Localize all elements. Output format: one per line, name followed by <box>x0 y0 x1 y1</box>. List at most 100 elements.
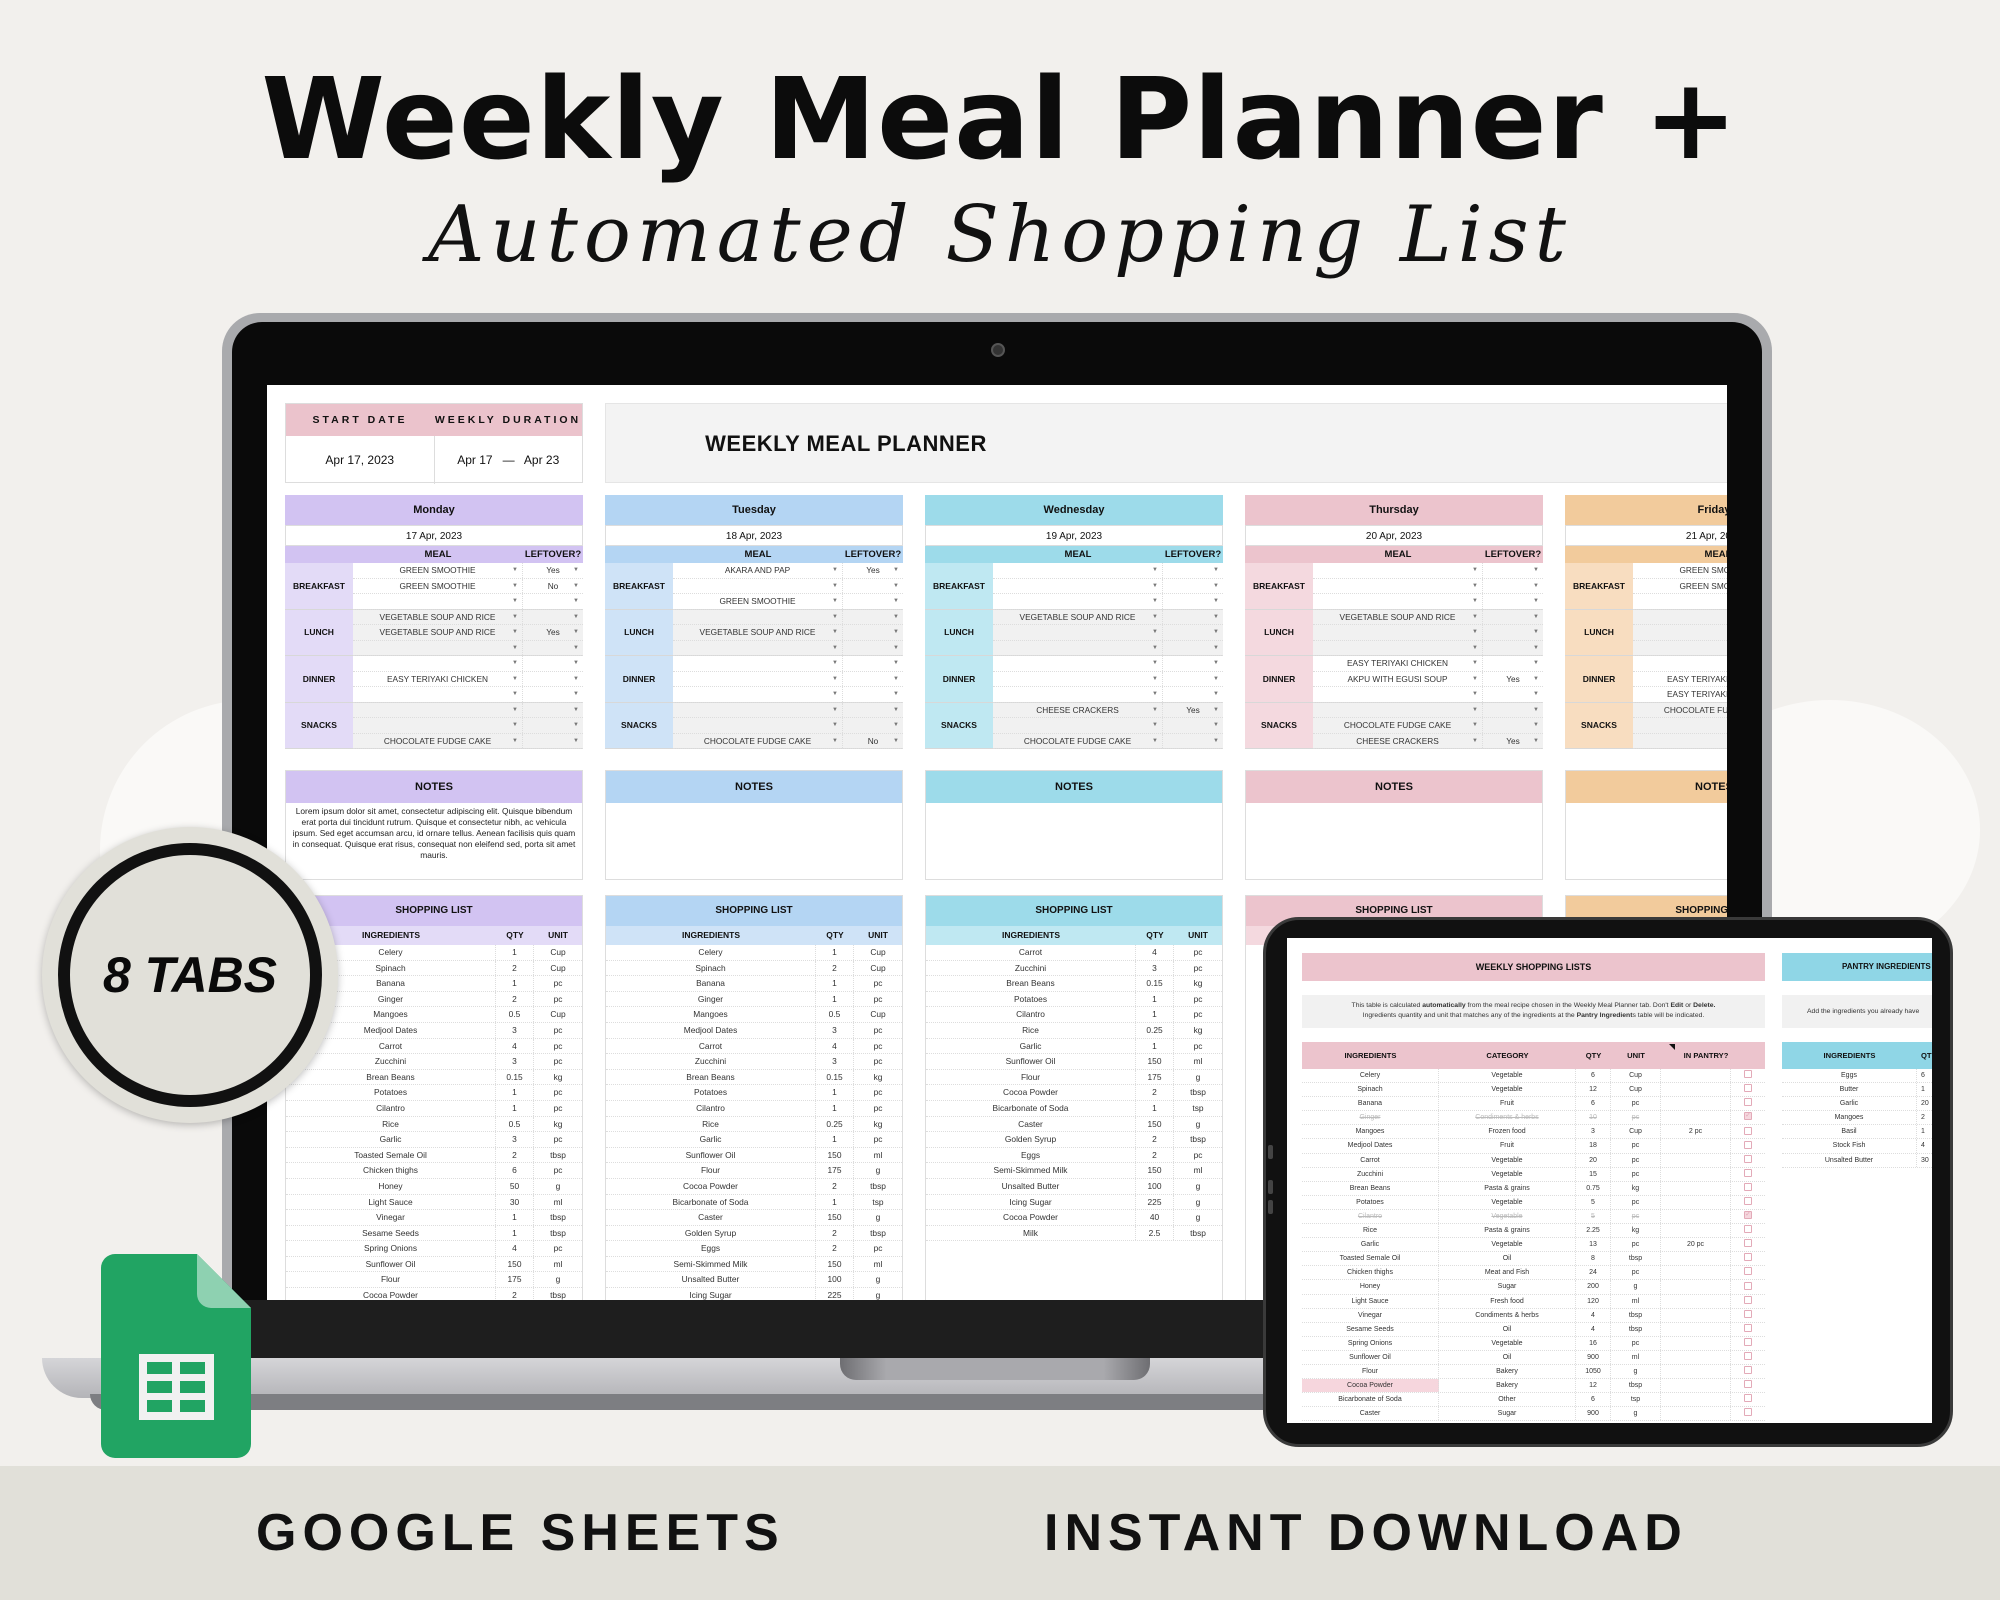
meal-select[interactable]: ▼ <box>1633 734 1727 749</box>
in-pantry-checkbox[interactable] <box>1744 1337 1752 1346</box>
in-pantry-checkbox[interactable] <box>1744 1225 1752 1234</box>
leftover-select[interactable]: ▼ <box>1163 718 1223 733</box>
dropdown-arrow-icon[interactable]: ▼ <box>893 641 899 657</box>
meal-select[interactable]: ▼ <box>993 578 1163 593</box>
dropdown-arrow-icon[interactable]: ▼ <box>1152 610 1158 626</box>
dropdown-arrow-icon[interactable]: ▼ <box>573 610 579 626</box>
in-pantry-checkbox[interactable] <box>1744 1098 1752 1107</box>
leftover-select[interactable]: Yes ▼ <box>843 563 903 578</box>
leftover-select[interactable]: ▼ <box>843 579 903 594</box>
leftover-select[interactable]: ▼ <box>1163 687 1223 702</box>
leftover-select[interactable]: ▼ <box>1483 703 1543 718</box>
meal-select[interactable]: ▼ <box>1633 610 1727 625</box>
meal-select[interactable]: ▼ <box>993 671 1163 688</box>
in-pantry-checkbox[interactable] <box>1744 1295 1752 1304</box>
dropdown-arrow-icon[interactable]: ▼ <box>512 641 518 657</box>
leftover-select[interactable]: ▼ <box>1163 579 1223 594</box>
leftover-select[interactable]: ▼ <box>1483 656 1543 671</box>
dropdown-arrow-icon[interactable]: ▼ <box>512 718 518 734</box>
dropdown-arrow-icon[interactable]: ▼ <box>893 563 899 579</box>
dropdown-arrow-icon[interactable]: ▼ <box>1472 579 1478 595</box>
dropdown-arrow-icon[interactable]: ▼ <box>1213 563 1219 579</box>
dropdown-arrow-icon[interactable]: ▼ <box>1152 672 1158 688</box>
dropdown-arrow-icon[interactable]: ▼ <box>1213 718 1219 734</box>
meal-select[interactable]: EASY TERIYAKI CHICKEN▼ <box>1633 672 1727 687</box>
meal-select[interactable]: ▼ <box>1313 578 1483 595</box>
leftover-select[interactable]: ▼ <box>1163 625 1223 640</box>
meal-select[interactable]: ▼ <box>1313 563 1483 578</box>
leftover-select[interactable]: ▼ <box>523 656 583 671</box>
dropdown-arrow-icon[interactable]: ▼ <box>832 672 838 688</box>
leftover-select[interactable]: ▼ <box>523 687 583 702</box>
meal-select[interactable]: CHOCOLATE FUDGE CAKE▼ <box>673 733 843 750</box>
meal-select[interactable]: GREEN SMOOTHIE ▼ <box>353 563 523 578</box>
leftover-select[interactable]: ▼ <box>843 703 903 718</box>
dropdown-arrow-icon[interactable]: ▼ <box>1152 687 1158 703</box>
in-pantry-checkbox[interactable] <box>1744 1309 1752 1318</box>
dropdown-arrow-icon[interactable]: ▼ <box>512 563 518 579</box>
dropdown-arrow-icon[interactable]: ▼ <box>512 610 518 626</box>
leftover-select[interactable]: ▼ <box>523 718 583 733</box>
dropdown-arrow-icon[interactable]: ▼ <box>832 579 838 595</box>
dropdown-arrow-icon[interactable]: ▼ <box>832 734 838 750</box>
dropdown-arrow-icon[interactable]: ▼ <box>573 703 579 719</box>
leftover-select[interactable]: Yes ▼ <box>523 563 583 578</box>
leftover-select[interactable]: ▼ <box>843 610 903 625</box>
dropdown-arrow-icon[interactable]: ▼ <box>573 718 579 734</box>
in-pantry-checkbox[interactable] <box>1744 1084 1752 1093</box>
dropdown-arrow-icon[interactable]: ▼ <box>573 641 579 657</box>
meal-select[interactable]: ▼ <box>673 578 843 595</box>
leftover-select[interactable]: ▼ <box>1163 641 1223 656</box>
meal-select[interactable]: ▼ <box>353 640 523 657</box>
leftover-select[interactable]: ▼ <box>1483 594 1543 609</box>
dropdown-arrow-icon[interactable]: ▼ <box>512 703 518 719</box>
leftover-select[interactable]: ▼ <box>523 672 583 687</box>
dropdown-arrow-icon[interactable]: ▼ <box>832 594 838 610</box>
dropdown-arrow-icon[interactable]: ▼ <box>1533 687 1539 703</box>
dropdown-arrow-icon[interactable]: ▼ <box>1533 579 1539 595</box>
in-pantry-checkbox[interactable] <box>1744 1140 1752 1149</box>
dropdown-arrow-icon[interactable]: ▼ <box>573 734 579 750</box>
dropdown-arrow-icon[interactable]: ▼ <box>1213 641 1219 657</box>
leftover-select[interactable]: ▼ <box>523 734 583 749</box>
leftover-select[interactable]: No ▼ <box>843 734 903 749</box>
dropdown-arrow-icon[interactable]: ▼ <box>1533 672 1539 688</box>
dropdown-arrow-icon[interactable]: ▼ <box>1472 734 1478 750</box>
meal-select[interactable]: CHOCOLATE FUDGE CAKE▼ <box>1633 703 1727 718</box>
meal-select[interactable]: ▼ <box>993 687 1163 702</box>
dropdown-arrow-icon[interactable]: ▼ <box>1152 625 1158 641</box>
in-pantry-checkbox[interactable] <box>1744 1281 1752 1290</box>
in-pantry-checkbox[interactable] <box>1744 1380 1752 1389</box>
dropdown-arrow-icon[interactable]: ▼ <box>512 672 518 688</box>
meal-select[interactable]: ▼ <box>1633 641 1727 656</box>
dropdown-arrow-icon[interactable]: ▼ <box>1213 656 1219 672</box>
dropdown-arrow-icon[interactable]: ▼ <box>893 703 899 719</box>
meal-select[interactable]: CHEESE CRACKERS ▼ <box>993 702 1163 717</box>
dropdown-arrow-icon[interactable]: ▼ <box>832 610 838 626</box>
dropdown-arrow-icon[interactable]: ▼ <box>1152 563 1158 579</box>
meal-select[interactable]: VEGETABLE SOUP AND RICE ▼ <box>353 625 523 640</box>
in-pantry-checkbox[interactable] <box>1744 1323 1752 1332</box>
in-pantry-checkbox[interactable] <box>1744 1168 1752 1177</box>
dropdown-arrow-icon[interactable]: ▼ <box>512 687 518 703</box>
dropdown-arrow-icon[interactable]: ▼ <box>1213 579 1219 595</box>
dropdown-arrow-icon[interactable]: ▼ <box>1533 656 1539 672</box>
in-pantry-checkbox[interactable] <box>1744 1408 1752 1417</box>
meal-select[interactable]: ▼ <box>353 656 523 671</box>
dropdown-arrow-icon[interactable]: ▼ <box>1152 594 1158 610</box>
meal-select[interactable]: ▼ <box>1633 625 1727 640</box>
in-pantry-checkbox[interactable] <box>1744 1394 1752 1403</box>
start-date-input[interactable]: Apr 17, 2023 <box>286 436 435 484</box>
dropdown-arrow-icon[interactable]: ▼ <box>1472 594 1478 610</box>
dropdown-arrow-icon[interactable]: ▼ <box>832 656 838 672</box>
dropdown-arrow-icon[interactable]: ▼ <box>512 656 518 672</box>
notes-text[interactable] <box>926 803 1222 809</box>
dropdown-arrow-icon[interactable]: ▼ <box>512 734 518 750</box>
meal-select[interactable]: ▼ <box>1633 656 1727 671</box>
leftover-select[interactable]: ▼ <box>1163 563 1223 578</box>
meal-select[interactable]: ▼ <box>1633 594 1727 609</box>
dropdown-arrow-icon[interactable]: ▼ <box>1213 625 1219 641</box>
notes-text[interactable] <box>606 803 902 809</box>
leftover-select[interactable]: ▼ <box>523 610 583 625</box>
dropdown-arrow-icon[interactable]: ▼ <box>573 563 579 579</box>
